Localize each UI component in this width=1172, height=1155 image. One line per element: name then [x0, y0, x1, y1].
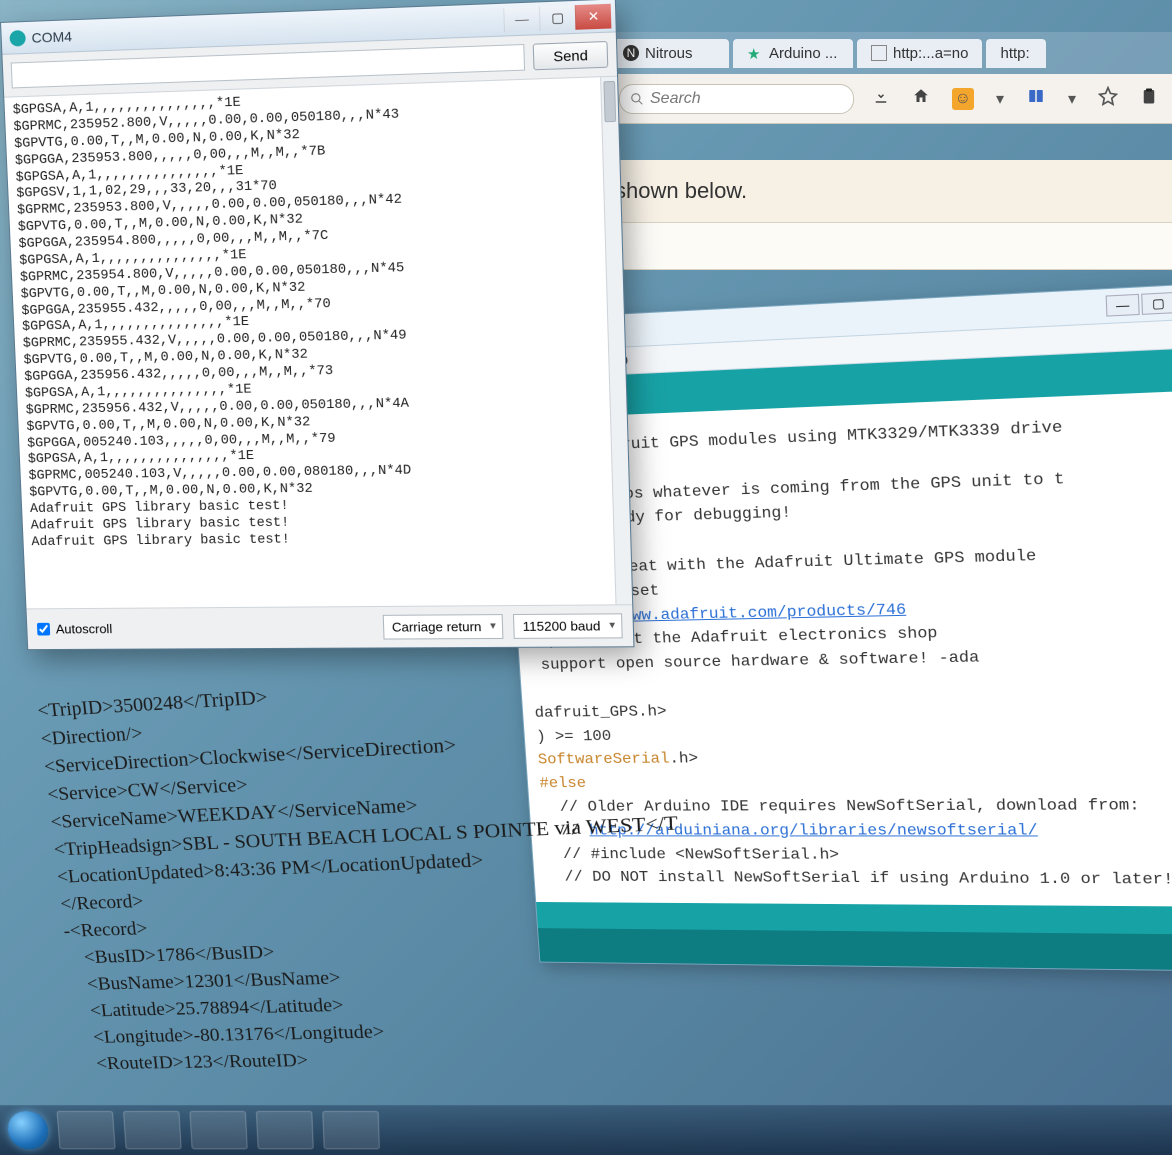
minimize-button[interactable]: — — [503, 6, 539, 32]
autoscroll-checkbox[interactable]: Autoscroll — [37, 621, 113, 636]
task-item[interactable] — [189, 1111, 247, 1149]
xml-response-text: <TripID>3500248</TripID><Direction/><Ser… — [0, 654, 605, 1078]
browser-tab-http[interactable]: http: — [986, 39, 1046, 68]
page-strip — [605, 222, 1172, 270]
send-button[interactable]: Send — [533, 41, 608, 70]
close-button[interactable]: ✕ — [575, 3, 612, 29]
browser-tab-nitrous[interactable]: N Nitrous — [609, 39, 729, 68]
home-icon[interactable] — [912, 87, 930, 110]
task-item[interactable] — [256, 1111, 314, 1149]
autoscroll-label: Autoscroll — [56, 621, 113, 636]
search-icon — [630, 92, 644, 106]
maximize-button[interactable]: ▢ — [539, 5, 576, 31]
download-icon[interactable] — [872, 87, 890, 110]
browser-toolbar: Search ☺ ▾ ▾ — [605, 74, 1172, 124]
autoscroll-input[interactable] — [37, 623, 50, 636]
toolbar-icons: ☺ ▾ ▾ — [872, 86, 1158, 111]
windows-taskbar — [0, 1105, 1172, 1155]
task-item[interactable] — [322, 1111, 380, 1149]
smiley-icon[interactable]: ☺ — [952, 88, 974, 110]
arduino-icon — [9, 30, 26, 47]
minimize-button[interactable]: — — [1106, 294, 1140, 317]
browser-tab-http-a-no[interactable]: http:...a=no — [857, 39, 982, 68]
maximize-button[interactable]: ▢ — [1141, 292, 1172, 315]
browser-tab-arduino[interactable]: ★ Arduino ... — [733, 39, 853, 68]
scrollbar-thumb[interactable] — [603, 81, 616, 122]
star-icon[interactable] — [1098, 86, 1118, 111]
browser-tab-label: http: — [1000, 45, 1029, 62]
window-controls: — ▢ ✕ — [1106, 290, 1172, 317]
serial-footer: Autoscroll Carriage return 115200 baud — [26, 604, 633, 649]
star-icon: ★ — [747, 45, 763, 61]
chevron-down-icon[interactable]: ▾ — [996, 89, 1004, 109]
browser-tab-label: Arduino ... — [769, 45, 837, 62]
browser-tab-label: Nitrous — [645, 45, 693, 62]
page-content-strip: shown below. — [605, 160, 1172, 222]
serial-title: COM4 — [31, 28, 72, 46]
browser-tab-label: http:...a=no — [893, 45, 968, 62]
bookmark-group-icon[interactable] — [1026, 87, 1046, 110]
search-input[interactable]: Search — [619, 84, 854, 114]
clipboard-icon[interactable] — [1140, 86, 1158, 111]
window-controls: — ▢ ✕ — [503, 3, 611, 32]
arduino-console — [538, 928, 1172, 971]
start-button[interactable] — [6, 1111, 49, 1149]
task-item[interactable] — [123, 1111, 182, 1149]
browser-tab-strip: N Nitrous ★ Arduino ... http:...a=no htt… — [605, 32, 1172, 74]
line-ending-select[interactable]: Carriage return — [382, 614, 503, 639]
search-placeholder: Search — [650, 90, 701, 108]
nitrous-icon: N — [623, 45, 639, 61]
serial-monitor-window: COM4 — ▢ ✕ Send $GPGSA,A,1,,,,,,,,,,,,,,… — [0, 0, 634, 650]
page-text: shown below. — [615, 178, 747, 203]
serial-output[interactable]: $GPGSA,A,1,,,,,,,,,,,,,,,*1E$GPRMC,23595… — [4, 77, 632, 609]
chevron-down-icon[interactable]: ▾ — [1068, 89, 1076, 109]
task-item[interactable] — [57, 1111, 116, 1149]
page-icon — [871, 45, 887, 61]
baud-select[interactable]: 115200 baud — [513, 613, 623, 639]
